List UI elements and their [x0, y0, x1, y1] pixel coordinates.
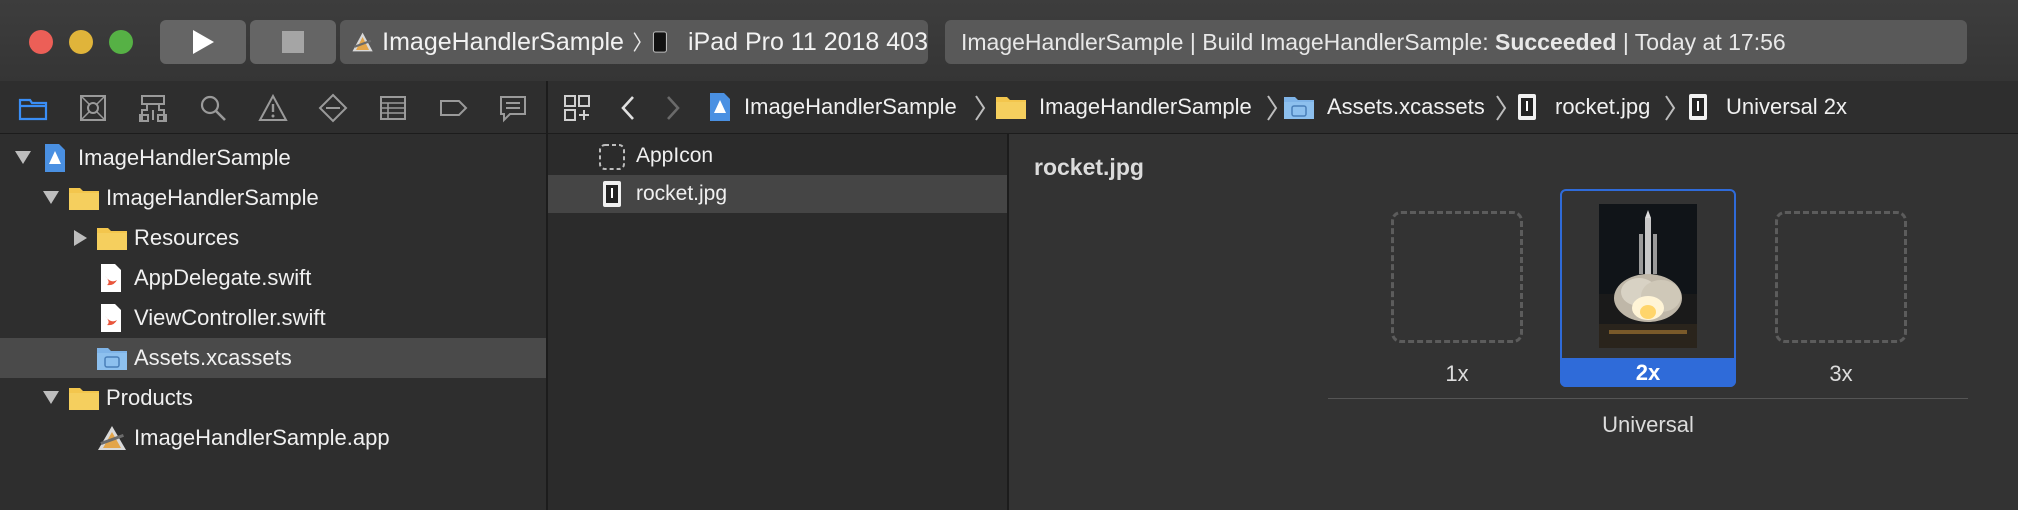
- tree-row-resources[interactable]: Resources: [0, 218, 546, 258]
- activity-suffix: | Today at 17:56: [1616, 28, 1786, 55]
- asset-list: AppIcon rocket.jpg: [548, 134, 1009, 510]
- source-control-navigator-icon[interactable]: [78, 93, 108, 123]
- slot-1x-drop-area[interactable]: [1391, 211, 1523, 343]
- breakpoint-navigator-icon[interactable]: [438, 93, 468, 123]
- breadcrumb-label: Universal 2x: [1726, 94, 1848, 119]
- slot-3x-label: 3x: [1829, 361, 1853, 386]
- breadcrumb-label: ImageHandlerSample: [744, 94, 957, 119]
- scheme-name: ImageHandlerSample: [382, 27, 624, 56]
- tree-row-label: ViewController.swift: [134, 305, 326, 330]
- slot-2x-label: 2x: [1560, 358, 1736, 387]
- image-set-icon: [1518, 94, 1536, 120]
- tree-row-label: Assets.xcassets: [134, 345, 292, 370]
- breadcrumb-project[interactable]: ImageHandlerSample: [708, 81, 957, 133]
- breadcrumb-separator-icon: [1267, 95, 1278, 121]
- tree-row-label: ImageHandlerSample: [78, 145, 291, 170]
- forward-arrow-icon[interactable]: [665, 95, 681, 121]
- search-icon[interactable]: [198, 93, 228, 123]
- warning-icon[interactable]: [258, 93, 288, 123]
- activity-viewer[interactable]: ImageHandlerSample | Build ImageHandlerS…: [945, 20, 1967, 64]
- tree-row-viewcontroller[interactable]: ViewController.swift: [0, 298, 546, 338]
- breadcrumb-label: rocket.jpg: [1555, 94, 1651, 119]
- asset-catalog-icon: [97, 348, 127, 370]
- test-navigator-icon[interactable]: [318, 93, 348, 123]
- tree-row-products[interactable]: Products: [0, 378, 546, 418]
- activity-prefix: ImageHandlerSample | Build ImageHandlerS…: [961, 28, 1495, 55]
- tree-row-group-imagehandlersample[interactable]: ImageHandlerSample: [0, 178, 546, 218]
- universal-group-label: Universal: [1602, 412, 1694, 437]
- tree-row-app-product[interactable]: ImageHandlerSample.app: [0, 418, 546, 458]
- tree-row-label: ImageHandlerSample.app: [134, 425, 390, 450]
- app-icon: [98, 426, 126, 450]
- asset-catalog-icon: [1284, 97, 1314, 119]
- run-button[interactable]: [160, 20, 246, 64]
- breadcrumb-group[interactable]: ImageHandlerSample: [995, 81, 1252, 133]
- folder-icon: [996, 97, 1026, 119]
- project-icon: [710, 93, 730, 121]
- image-set-icon: [603, 181, 621, 207]
- project-navigator-icon[interactable]: [18, 93, 48, 123]
- report-navigator-icon[interactable]: [498, 93, 528, 123]
- breadcrumb-slot[interactable]: Universal 2x: [1688, 81, 1847, 133]
- disclosure-expanded-icon[interactable]: [43, 391, 59, 404]
- app-icon: [352, 32, 373, 52]
- tree-row-label: ImageHandlerSample: [106, 185, 319, 210]
- folder-icon: [69, 388, 99, 410]
- breadcrumb-separator-icon: [1496, 95, 1507, 121]
- window-toolbar: ImageHandlerSample iPad Pro 11 2018 403 …: [0, 0, 2018, 82]
- swift-file-icon: [101, 304, 121, 332]
- rocket-image-thumbnail[interactable]: [1599, 204, 1697, 348]
- disclosure-expanded-icon[interactable]: [43, 191, 59, 204]
- tree-row-label: Products: [106, 385, 193, 410]
- related-items-icon[interactable]: [563, 94, 591, 122]
- folder-icon: [69, 188, 99, 210]
- breadcrumb-separator-icon: [1665, 95, 1676, 121]
- slot-group-divider: [1328, 398, 1968, 399]
- jump-bar: ImageHandlerSample ImageHandlerSample As…: [548, 81, 2018, 134]
- ipad-device-icon: [652, 31, 668, 53]
- slot-3x-drop-area[interactable]: [1775, 211, 1907, 343]
- asset-item-label: AppIcon: [636, 144, 714, 167]
- debug-navigator-icon[interactable]: [378, 93, 408, 123]
- asset-item-rocket-selected[interactable]: rocket.jpg: [548, 175, 1007, 213]
- tree-row-project[interactable]: ImageHandlerSample: [0, 138, 546, 178]
- slot-1x-label: 1x: [1445, 361, 1469, 386]
- project-icon: [45, 144, 65, 172]
- build-status: Succeeded: [1494, 28, 1617, 55]
- back-arrow-icon[interactable]: [620, 95, 636, 121]
- tree-row-appdelegate[interactable]: AppDelegate.swift: [0, 258, 546, 298]
- asset-item-appicon[interactable]: AppIcon: [548, 137, 1007, 175]
- app-icon-set-icon: [599, 144, 625, 170]
- image-set-title: rocket.jpg: [1034, 154, 1144, 180]
- play-icon: [193, 30, 214, 54]
- tree-row-label: Resources: [134, 225, 240, 250]
- symbol-navigator-icon[interactable]: [138, 93, 168, 123]
- device-name: iPad Pro 11 2018 403: [687, 27, 928, 56]
- stop-icon: [282, 31, 304, 53]
- scheme-selector[interactable]: ImageHandlerSample iPad Pro 11 2018 403: [340, 20, 928, 64]
- asset-editor: rocket.jpg 1x 2x 3x Universal: [1009, 134, 2018, 510]
- swift-file-icon: [101, 264, 121, 292]
- breadcrumb-label: Assets.xcassets: [1327, 94, 1485, 119]
- minimize-window-button[interactable]: [69, 30, 93, 54]
- breadcrumb-asset-catalog[interactable]: Assets.xcassets: [1283, 81, 1485, 133]
- project-navigator: ImageHandlerSample ImageHandlerSample Re…: [0, 81, 548, 510]
- asset-item-label: rocket.jpg: [636, 182, 728, 205]
- breadcrumb-separator-icon: [975, 95, 986, 121]
- image-set-icon: [1689, 94, 1707, 120]
- stop-button[interactable]: [250, 20, 336, 64]
- breadcrumb-image-set[interactable]: rocket.jpg: [1517, 81, 1650, 133]
- navigator-selector-bar: [0, 81, 546, 134]
- zoom-window-button[interactable]: [109, 30, 133, 54]
- tree-row-label: AppDelegate.swift: [134, 265, 312, 290]
- disclosure-collapsed-icon[interactable]: [74, 230, 87, 246]
- disclosure-expanded-icon[interactable]: [15, 151, 31, 164]
- breadcrumb-label: ImageHandlerSample: [1039, 94, 1252, 119]
- folder-icon: [97, 228, 127, 250]
- close-window-button[interactable]: [29, 30, 53, 54]
- chevron-right-icon: [633, 32, 641, 52]
- tree-row-assets-selected[interactable]: Assets.xcassets: [0, 338, 546, 378]
